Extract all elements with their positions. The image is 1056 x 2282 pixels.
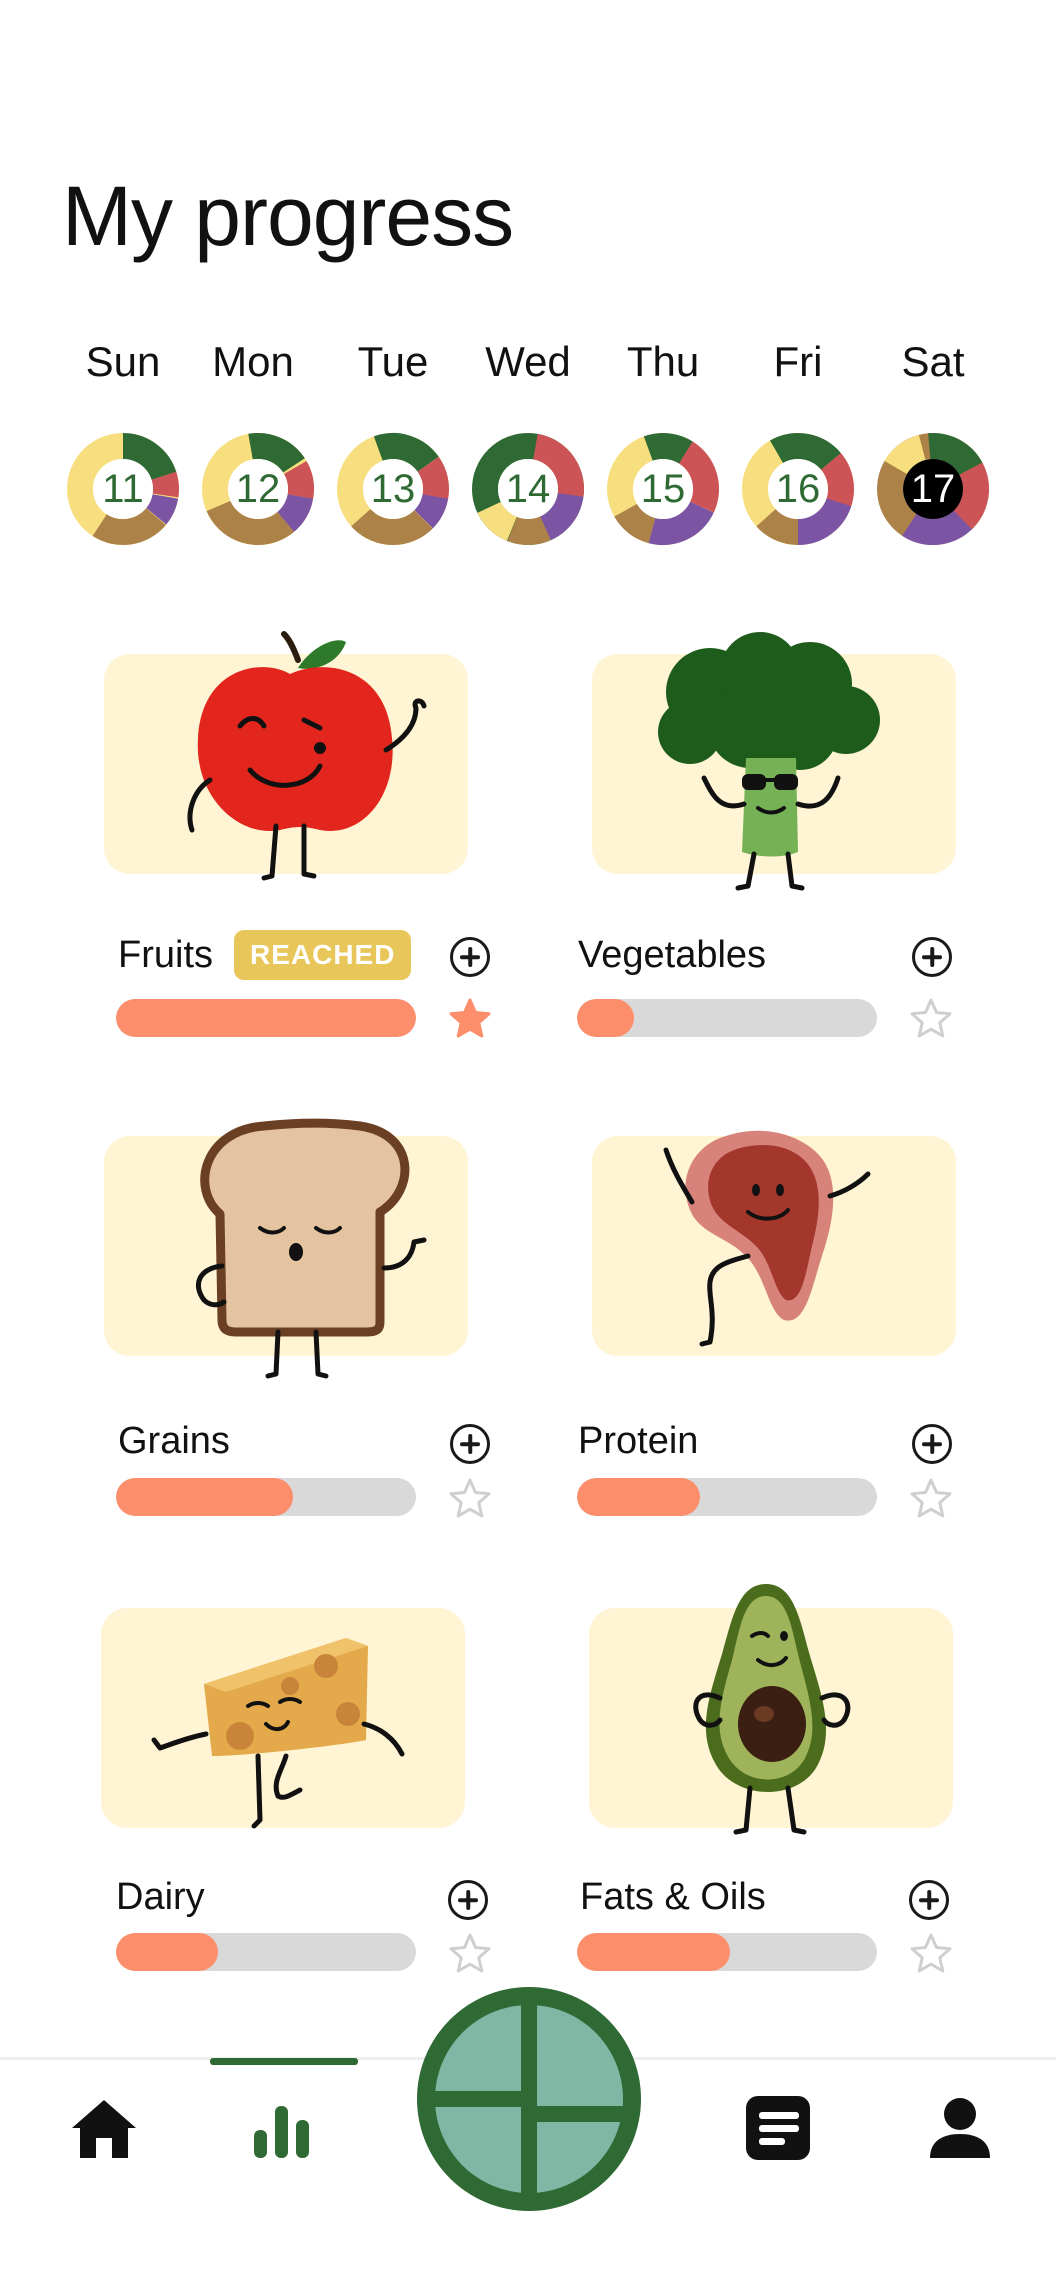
fruits-progress-bar — [116, 999, 416, 1037]
day-ring-thu[interactable]: 15 — [606, 432, 720, 546]
profile-icon[interactable] — [928, 2096, 992, 2160]
weekday-thu: Thu — [626, 338, 700, 385]
fruits-progress-fill — [116, 999, 416, 1037]
fats-oils-progress-fill — [577, 1933, 730, 1971]
protein-progress-bar — [577, 1478, 877, 1516]
broccoli-mascot-illustration — [658, 632, 880, 891]
day-ring-mon[interactable]: 12 — [201, 432, 315, 546]
vegetables-progress-bar — [577, 999, 877, 1037]
apple-mascot-illustration — [187, 631, 427, 881]
add-fats-oils-button[interactable] — [909, 1880, 949, 1920]
grains-progress-fill — [116, 1478, 293, 1516]
day-ring-fri[interactable]: 16 — [741, 432, 855, 546]
vegetables-star-icon[interactable] — [910, 997, 952, 1039]
cheese-mascot-illustration — [151, 1638, 405, 1829]
dairy-progress-bar — [116, 1933, 416, 1971]
page-title: My progress — [62, 169, 514, 263]
add-protein-button[interactable] — [912, 1424, 952, 1464]
category-label-fruits: Fruits — [118, 934, 213, 976]
journal-icon[interactable] — [744, 2094, 812, 2162]
weekday-sat: Sat — [901, 338, 965, 385]
steak-mascot-illustration — [663, 1130, 871, 1347]
progress-screen: My progress Sun Mon Tue Wed Thu Fri Sat … — [0, 0, 1056, 2282]
bread-mascot-illustration — [196, 1118, 427, 1379]
weekday-fri: Fri — [773, 338, 823, 385]
add-grains-button[interactable] — [450, 1424, 490, 1464]
weekday-wed: Wed — [485, 338, 571, 385]
day-ring-wed[interactable]: 14 — [471, 432, 585, 546]
add-dairy-button[interactable] — [448, 1880, 488, 1920]
fats-oils-progress-bar — [577, 1933, 877, 1971]
progress-chart-icon[interactable] — [252, 2100, 312, 2160]
weekday-mon: Mon — [212, 338, 294, 385]
category-label-grains: Grains — [118, 1420, 230, 1462]
protein-progress-fill — [577, 1478, 700, 1516]
nav-active-indicator — [210, 2058, 358, 2065]
add-fruits-button[interactable] — [450, 937, 490, 977]
fats-oils-star-icon[interactable] — [910, 1932, 952, 1974]
reached-badge: REACHED — [234, 930, 412, 980]
day-ring-sat-selected[interactable]: 17 — [876, 432, 990, 546]
log-meal-plate-icon[interactable] — [410, 1980, 648, 2218]
day-number: 15 — [640, 466, 686, 511]
weekday-sun: Sun — [85, 338, 161, 385]
day-number: 13 — [370, 466, 416, 511]
day-ring-sun[interactable]: 11 — [66, 432, 180, 546]
day-number: 12 — [235, 466, 281, 511]
day-number: 17 — [910, 466, 956, 511]
weekday-tue: Tue — [357, 338, 429, 385]
add-vegetables-button[interactable] — [912, 937, 952, 977]
dairy-progress-fill — [116, 1933, 218, 1971]
day-number: 14 — [505, 466, 551, 511]
home-icon[interactable] — [70, 2098, 138, 2160]
grains-progress-bar — [116, 1478, 416, 1516]
category-label-vegetables: Vegetables — [578, 934, 767, 976]
category-label-protein: Protein — [578, 1420, 699, 1462]
day-number: 16 — [775, 466, 821, 511]
dairy-star-icon[interactable] — [449, 1932, 491, 1974]
protein-star-icon[interactable] — [910, 1477, 952, 1519]
grains-star-icon[interactable] — [449, 1477, 491, 1519]
category-label-dairy: Dairy — [116, 1876, 205, 1918]
vegetables-progress-fill — [577, 999, 634, 1037]
day-ring-tue[interactable]: 13 — [336, 432, 450, 546]
avocado-mascot-illustration — [693, 1584, 851, 1835]
fruits-star-icon[interactable] — [449, 997, 491, 1039]
category-label-fats-oils: Fats & Oils — [580, 1876, 766, 1918]
day-number: 11 — [102, 466, 144, 511]
